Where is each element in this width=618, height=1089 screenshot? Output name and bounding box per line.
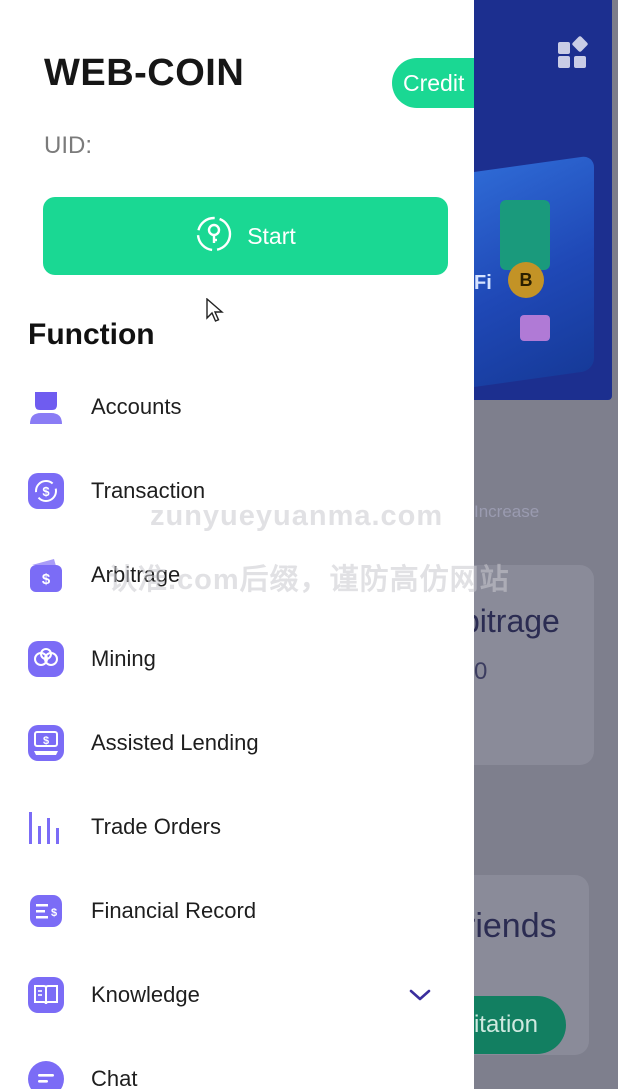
start-button[interactable]: Start xyxy=(43,197,448,275)
menu-item-label: Accounts xyxy=(91,394,182,419)
menu-item-label: Trade Orders xyxy=(91,814,222,839)
wallet-icon: $ xyxy=(27,556,65,594)
svg-text:$: $ xyxy=(51,907,57,919)
increase-label: Increase xyxy=(474,502,540,521)
watermark-notice: 认准.com后缀，谨防高仿网站 xyxy=(108,564,510,596)
illustration-small-card xyxy=(520,315,550,341)
grid-menu-icon[interactable] xyxy=(558,35,589,68)
background-app: B Fi Increase bitrage 0 riends itation xyxy=(474,0,618,1089)
menu-item-accounts[interactable]: Accounts xyxy=(0,377,474,437)
key-icon xyxy=(195,215,233,258)
arbitrage-card-title: bitrage xyxy=(474,603,560,639)
menu-item-chat[interactable]: Chat xyxy=(0,1049,474,1089)
user-icon xyxy=(27,388,65,426)
lending-icon: $ xyxy=(27,724,65,762)
illustration-card xyxy=(500,200,550,270)
menu-item-label: Knowledge xyxy=(91,982,200,1007)
svg-text:$: $ xyxy=(43,735,49,747)
menu-item-financial-record[interactable]: $ Financial Record xyxy=(0,881,474,941)
arbitrage-card-value: 0 xyxy=(474,658,488,685)
bar-chart-icon xyxy=(27,808,65,846)
invitation-button[interactable]: itation xyxy=(474,996,566,1054)
menu-item-knowledge[interactable]: Knowledge xyxy=(0,965,474,1025)
function-section-title: Function xyxy=(28,318,155,351)
menu-item-label: Mining xyxy=(91,646,156,671)
bitcoin-icon: B xyxy=(508,262,544,298)
credit-badge[interactable]: Credit xyxy=(392,58,474,108)
mining-icon xyxy=(27,640,65,678)
menu-item-assisted-lending[interactable]: $ Assisted Lending xyxy=(0,713,474,773)
side-drawer: WEB-COIN Credit UID: Start Function Acco… xyxy=(0,0,474,1089)
watermark-domain: zunyueyuanma.com xyxy=(150,500,444,532)
chat-icon xyxy=(27,1060,65,1089)
chevron-down-icon[interactable] xyxy=(408,983,432,1007)
defi-text: Fi xyxy=(474,272,492,294)
start-button-label: Start xyxy=(247,222,296,249)
menu-item-label: Financial Record xyxy=(91,898,257,923)
uid-label: UID: xyxy=(44,132,92,159)
svg-text:$: $ xyxy=(42,571,51,588)
invite-friends-title: riends xyxy=(474,907,557,945)
menu-item-label: Chat xyxy=(91,1066,138,1089)
menu-item-trade-orders[interactable]: Trade Orders xyxy=(0,797,474,857)
book-icon xyxy=(27,976,65,1014)
svg-text:$: $ xyxy=(42,484,50,499)
menu-item-label: Assisted Lending xyxy=(91,730,259,755)
record-icon: $ xyxy=(27,892,65,930)
brand-title: WEB-COIN xyxy=(44,52,245,94)
menu-item-mining[interactable]: Mining xyxy=(0,629,474,689)
transaction-icon: $ xyxy=(27,472,65,510)
mouse-cursor-icon xyxy=(206,297,224,329)
